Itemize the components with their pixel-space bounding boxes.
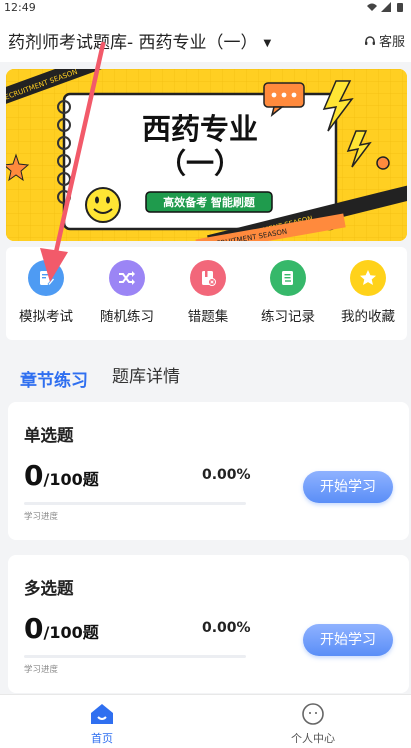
quick-action-mock-exam[interactable]: 模拟考试: [6, 260, 86, 325]
quick-action-wrong-questions[interactable]: 错题集: [168, 260, 248, 325]
quick-action-practice-record[interactable]: 练习记录: [248, 260, 328, 325]
nav-profile[interactable]: 个人中心: [273, 701, 353, 746]
banner-illustration: RECRUITMENT SEASON 西药专业 （一） 高效备考 智能刷题 RE…: [6, 69, 407, 241]
promo-banner[interactable]: RECRUITMENT SEASON 西药专业 （一） 高效备考 智能刷题 RE…: [6, 69, 407, 241]
caret-down-icon: ▼: [263, 37, 272, 49]
customer-service-button[interactable]: 客服: [364, 31, 405, 50]
done-count: 0: [24, 459, 44, 492]
wifi-icon: [367, 3, 377, 11]
quick-action-my-favorites[interactable]: 我的收藏: [328, 260, 408, 325]
quick-action-random-practice[interactable]: 随机练习: [87, 260, 167, 325]
exam-selector[interactable]: 药剂师考试题库- 西药专业（一） ▼: [8, 28, 271, 53]
headset-icon: [364, 35, 375, 45]
status-time: 12:49: [4, 1, 36, 14]
page-title: 药剂师考试题库- 西药专业（一）: [8, 33, 258, 53]
document-edit-icon: [28, 260, 64, 296]
card-title: 多选题: [24, 579, 74, 598]
error-book-icon: [190, 260, 226, 296]
battery-icon: [397, 3, 403, 12]
quick-action-label: 练习记录: [261, 309, 315, 325]
banner-title: 西药专业: [142, 112, 258, 146]
total-count: /100题: [43, 623, 99, 642]
progress-bar: [24, 655, 246, 658]
shuffle-icon: [109, 260, 145, 296]
banner-subtitle: （一）: [158, 147, 242, 180]
app-header: 药剂师考试题库- 西药专业（一） ▼ 客服: [0, 16, 411, 62]
service-label: 客服: [378, 35, 405, 50]
bottom-nav: 首页 个人中心: [0, 694, 411, 748]
tab-bank-details[interactable]: 题库详情: [112, 362, 180, 387]
smiley-icon: [85, 187, 121, 223]
start-study-button[interactable]: 开始学习: [303, 624, 393, 656]
nav-home-label: 首页: [91, 732, 113, 745]
signal-icon: [381, 2, 391, 12]
total-count: /100题: [43, 470, 99, 489]
status-icons: [367, 2, 405, 12]
start-study-button[interactable]: 开始学习: [303, 471, 393, 503]
question-type-card[interactable]: 单选题 0/100题 0.00% 学习进度 开始学习: [8, 402, 409, 540]
question-count: 0/100题: [24, 459, 99, 492]
banner-slogan: 高效备考 智能刷题: [163, 195, 256, 209]
progress-label: 学习进度: [24, 512, 59, 522]
quick-action-label: 模拟考试: [19, 309, 73, 325]
progress-percent: 0.00%: [202, 620, 251, 636]
done-count: 0: [24, 612, 44, 645]
star-icon: [350, 260, 386, 296]
question-count: 0/100题: [24, 612, 99, 645]
card-title: 单选题: [24, 426, 74, 445]
quick-action-label: 我的收藏: [341, 309, 395, 325]
tab-chapter-practice[interactable]: 章节练习: [20, 366, 88, 391]
progress-label: 学习进度: [24, 665, 59, 675]
quick-action-label: 错题集: [187, 309, 229, 325]
quick-action-label: 随机练习: [100, 309, 154, 325]
profile-icon: [302, 703, 324, 725]
status-bar: 12:49: [0, 0, 411, 16]
nav-home[interactable]: 首页: [62, 701, 142, 746]
nav-profile-label: 个人中心: [291, 732, 335, 745]
question-type-card[interactable]: 多选题 0/100题 0.00% 学习进度 开始学习: [8, 555, 409, 693]
home-icon: [91, 704, 113, 724]
quick-actions: 模拟考试 随机练习 错题集 练习记录 我的收藏: [6, 247, 407, 340]
progress-percent: 0.00%: [202, 467, 251, 483]
progress-bar: [24, 502, 246, 505]
record-icon: [270, 260, 306, 296]
